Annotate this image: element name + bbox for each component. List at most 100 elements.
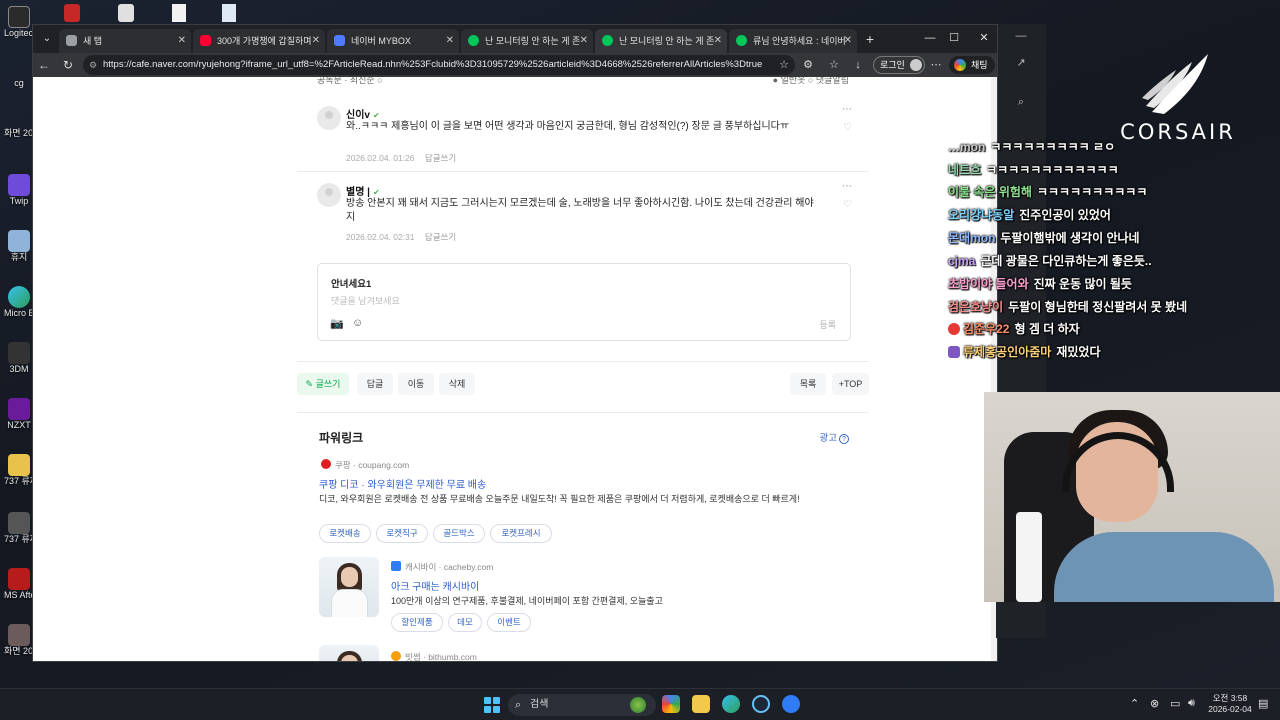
tab-mybox[interactable]: 네이버 MYBOX ✕ (327, 29, 459, 53)
ad-chip[interactable]: 로켓직구 (376, 524, 428, 543)
desktop-icon-edge[interactable]: Micro Edg (4, 286, 34, 318)
desktop-icon-recycle-bin[interactable]: 휴지 (4, 230, 34, 262)
heart-icon[interactable]: ♡ (843, 199, 852, 210)
new-tab-button[interactable]: + (861, 29, 879, 49)
more-options-icon[interactable]: ⋯ (842, 104, 852, 115)
maximize-button[interactable]: ☐ (943, 29, 965, 47)
more-options-icon[interactable]: ⋯ (842, 181, 852, 192)
image-file-icon[interactable] (222, 4, 236, 22)
taskbar-search[interactable]: ⌕ 검색 (508, 694, 656, 716)
tab-cafe-1[interactable]: 난 모니터링 안 하는 게 존 ✕ (461, 29, 593, 53)
list-button[interactable]: 목록 (790, 373, 826, 395)
close-icon[interactable]: ✕ (714, 29, 722, 53)
window-close-button[interactable]: ✕ (973, 29, 995, 47)
site-info-icon[interactable]: ⚙ (89, 55, 97, 75)
start-button[interactable] (484, 697, 500, 713)
desktop-icon-cg[interactable]: cg (4, 78, 34, 88)
ad-chip[interactable]: 로켓배송 (319, 524, 371, 543)
document-icon[interactable] (172, 4, 186, 22)
desktop-icon-twip[interactable]: Twip (4, 174, 34, 206)
reload-icon[interactable]: ↻ (59, 56, 77, 74)
desktop-icon-screenshot[interactable]: 화면 2025-1 (4, 128, 34, 138)
desktop-icon-afterburner[interactable]: MS Afterbu (4, 568, 34, 600)
reply-button[interactable]: 답글 (357, 373, 393, 395)
close-icon[interactable]: ✕ (312, 29, 320, 53)
avatar[interactable] (317, 106, 341, 130)
desktop-icon-folder-1[interactable]: 737 류제홍 (4, 454, 34, 486)
chevron-up-icon[interactable]: ⌃ (1130, 697, 1139, 710)
ad-headline-link[interactable]: 쿠팡 디코 · 와우회원은 무제한 무료 배송 (319, 476, 486, 491)
avatar[interactable] (317, 183, 341, 207)
chat-button[interactable]: 채팅 (949, 56, 995, 74)
tab-cafe-2[interactable]: 류님 안녕하세요 : 네이버 ✕ (729, 29, 857, 53)
ad-source[interactable]: 빗썸 · bithumb.com (391, 651, 477, 661)
delete-button[interactable]: 삭제 (439, 373, 475, 395)
ad-source[interactable]: 쿠팡 · coupang.com (321, 459, 409, 471)
thumbnail-image (331, 589, 368, 617)
ad-source[interactable]: 캐시바이 · cacheby.com (391, 561, 493, 573)
favorites-icon[interactable]: ☆ (825, 56, 843, 74)
emoji-icon[interactable]: ☺ (352, 317, 363, 329)
camera-icon[interactable]: 📷 (330, 317, 344, 330)
download-icon[interactable]: ↓ (849, 56, 867, 74)
close-icon[interactable]: ✕ (178, 29, 186, 53)
app-shortcut-icon[interactable] (118, 4, 134, 22)
steam-icon[interactable] (752, 695, 770, 713)
comment-nickname[interactable]: 별명 | ✔ (346, 183, 380, 198)
comment-options[interactable]: ● 일반옷 ○ 댓글알림 (773, 77, 849, 86)
desktop-icon-nzxt[interactable]: NZXT (4, 398, 34, 430)
close-icon[interactable]: ✕ (446, 29, 454, 53)
write-button[interactable]: ✎ 글쓰기 (297, 373, 349, 395)
tab-new-tab[interactable]: 새 탭 ✕ (59, 29, 191, 53)
tab-search-button[interactable]: ⌄ (39, 31, 55, 47)
comment-input[interactable]: 댓글을 남겨보세요 (331, 294, 400, 307)
top-button[interactable]: +TOP (832, 373, 869, 395)
desktop-icon-3dm[interactable]: 3DM (4, 342, 34, 374)
edge-app-icon[interactable] (722, 695, 740, 713)
ad-chip[interactable]: 할인제품 (391, 613, 443, 632)
ad-info-button[interactable]: 광고? (820, 430, 849, 444)
level-badge-icon: ✔ (372, 188, 380, 197)
tab-cafe-active[interactable]: 난 모니터링 안 하는 게 존 ✕ (595, 29, 727, 53)
minimize-icon[interactable]: — (1012, 30, 1030, 42)
back-icon[interactable]: ← (35, 56, 53, 74)
ad-headline-link[interactable]: 아크 구매는 캐시바이 (391, 578, 479, 593)
search-icon[interactable]: ⌕ (1012, 96, 1030, 109)
move-button[interactable]: 이동 (398, 373, 434, 395)
desktop-icon-logitech[interactable]: Logitec HU (4, 6, 34, 38)
tab-youtube[interactable]: 300개 가명챙에 갑질하며 ✕ (193, 29, 325, 53)
comment-sort-label[interactable]: 공독문 · 최신순 ○ (317, 77, 383, 86)
copilot-app-icon[interactable] (662, 695, 680, 713)
app-icon[interactable] (782, 695, 800, 713)
notification-icon[interactable]: ▤ (1258, 697, 1268, 710)
bookmark-star-icon[interactable]: ☆ (775, 56, 793, 74)
more-menu-icon[interactable]: ⋯ (927, 56, 945, 74)
address-bar[interactable]: ⚙ https://cafe.naver.com/ryujehong?ifram… (83, 55, 795, 75)
comment-nickname[interactable]: 신이v ✔ (346, 106, 380, 121)
extensions-icon[interactable]: ⚙ (799, 56, 817, 74)
minimize-button[interactable]: — (919, 29, 941, 47)
submit-button[interactable]: 등록 (819, 318, 836, 331)
system-clock[interactable]: 오전 3:58 2026-02-04 (1206, 693, 1254, 715)
close-circle-icon[interactable]: ⊗ (1150, 697, 1159, 710)
network-icon[interactable]: ▭ (1170, 697, 1180, 710)
close-icon[interactable]: ✕ (844, 29, 852, 53)
external-link-icon[interactable]: ↗ (1012, 56, 1030, 69)
ad-thumbnail[interactable] (319, 557, 379, 617)
file-explorer-icon[interactable] (692, 695, 710, 713)
ad-chip[interactable]: 이벤트 (487, 613, 531, 632)
heart-icon[interactable]: ♡ (843, 122, 852, 133)
desktop-icon-folder-2[interactable]: 737 류제홍 (4, 512, 34, 544)
desktop-icon-screenshot-2[interactable]: 화면 2026-0 (4, 624, 34, 656)
ad-chip[interactable]: 골드박스 (433, 524, 485, 543)
reply-link[interactable]: 답글쓰기 (425, 232, 456, 242)
ad-chip[interactable]: 데모 (448, 613, 482, 632)
ad-chip[interactable]: 로켓프레시 (490, 524, 552, 543)
ad-thumbnail[interactable] (319, 645, 379, 661)
app-shortcut-icon[interactable] (64, 4, 80, 22)
reply-link[interactable]: 답글쓰기 (425, 153, 456, 163)
login-button[interactable]: 로그인 (873, 56, 925, 74)
volume-icon[interactable]: 🔊︎ (1188, 697, 1195, 710)
comment-write-box[interactable]: 안녀세요1 댓글을 남겨보세요 📷 ☺ 등록 (317, 263, 851, 341)
close-icon[interactable]: ✕ (580, 29, 588, 53)
